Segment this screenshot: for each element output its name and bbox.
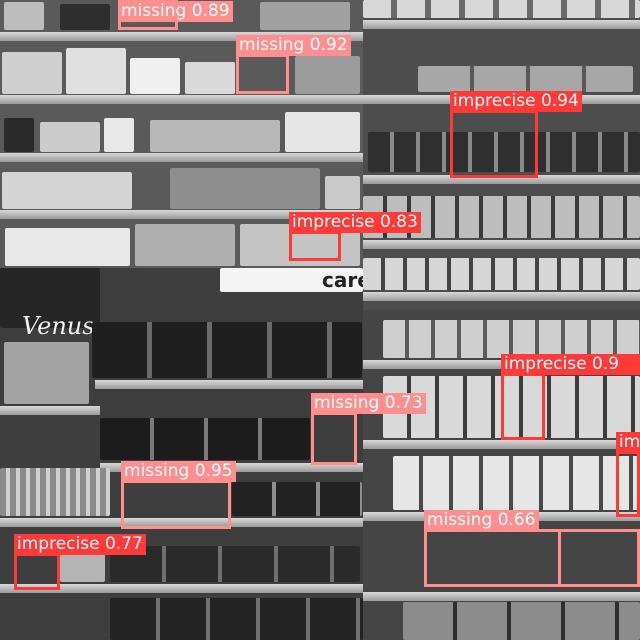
- detection-label-missing: missing 0.92: [236, 35, 351, 56]
- product: [0, 468, 110, 516]
- product: [232, 482, 362, 516]
- product: [135, 224, 235, 266]
- shelf: [363, 592, 640, 601]
- detection-label-imprecise: imprecise 0.83: [289, 212, 421, 233]
- product: [295, 56, 360, 94]
- shelf: [363, 240, 640, 249]
- shelf: [0, 406, 100, 415]
- product: [393, 456, 640, 510]
- detection-box-imprecise: [501, 373, 545, 440]
- product: [4, 2, 44, 30]
- product: [363, 258, 640, 290]
- detection-label-missing: missing 0.66: [424, 510, 539, 531]
- product: [110, 598, 363, 640]
- product: [104, 118, 134, 152]
- product: [383, 320, 640, 358]
- product: [363, 0, 640, 18]
- product: [325, 176, 360, 209]
- product: [170, 168, 320, 209]
- product: [92, 322, 362, 378]
- shelf: [363, 20, 640, 29]
- product: [100, 418, 310, 460]
- product: [66, 48, 126, 94]
- shelf: [363, 440, 640, 449]
- product: [4, 342, 89, 404]
- product: [2, 52, 62, 94]
- product: [285, 112, 360, 152]
- product: [5, 228, 130, 266]
- product: [40, 122, 100, 152]
- product: [130, 58, 180, 94]
- product: [110, 546, 360, 582]
- detection-box-imprecise: [289, 231, 341, 261]
- detection-box-missing: [121, 480, 231, 529]
- product: [185, 62, 235, 94]
- detection-box-missing: [236, 54, 289, 94]
- detection-label-imprecise: imprecise 0.94: [450, 91, 582, 112]
- shelf: [0, 95, 363, 104]
- shelf: [0, 153, 363, 162]
- detection-label-imprecise: imprecise 0.9: [501, 354, 640, 375]
- care-sign: care: [322, 268, 363, 292]
- detection-label-imprecise: imprecise 0.77: [14, 534, 146, 555]
- detection-label-missing: missing 0.73: [311, 393, 426, 414]
- detection-box-missing: [311, 412, 357, 465]
- shelf-detection-image: Venus care missing 0.89 missing 0.92 imp…: [0, 0, 640, 640]
- shelf: [363, 292, 640, 301]
- product: [4, 118, 34, 152]
- detection-box-missing-divider: [558, 529, 561, 587]
- venus-sign: Venus: [22, 312, 95, 340]
- shelf: [95, 380, 363, 389]
- detection-box-imprecise: [14, 553, 60, 590]
- product: [150, 120, 280, 152]
- product: [2, 172, 132, 209]
- detection-box-imprecise: [450, 110, 538, 178]
- detection-label-missing: missing 0.95: [121, 461, 236, 482]
- product: [60, 4, 110, 30]
- detection-box-imprecise: [616, 451, 640, 517]
- product: [418, 66, 633, 92]
- detection-label-imprecise-truncated: im: [616, 432, 640, 453]
- detection-box-missing: [424, 529, 640, 587]
- product: [260, 2, 350, 30]
- detection-label-missing: missing 0.89: [118, 1, 233, 22]
- product: [403, 602, 640, 640]
